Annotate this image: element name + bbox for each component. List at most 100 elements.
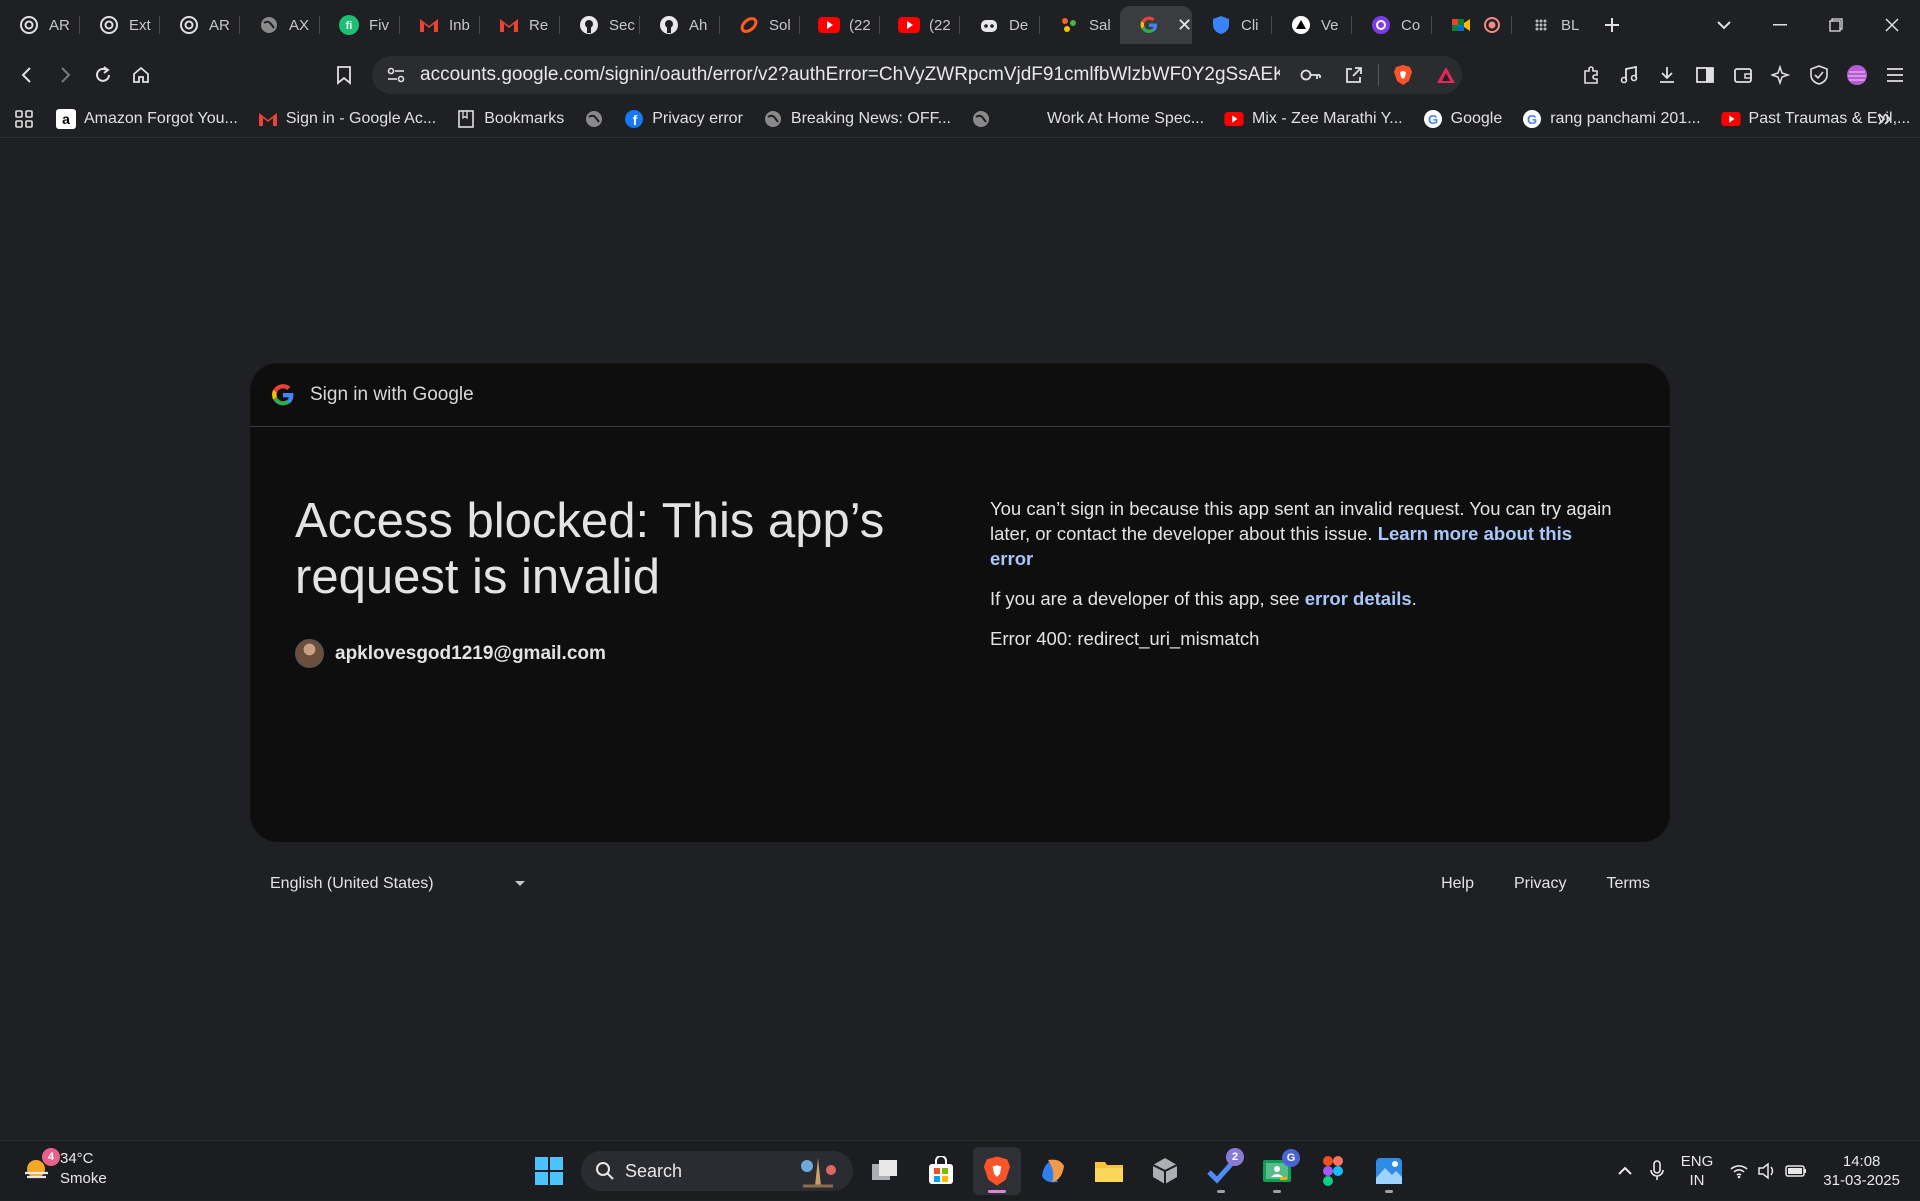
sidebar-button[interactable] bbox=[1686, 56, 1724, 94]
card-header-title: Sign in with Google bbox=[310, 383, 474, 405]
tab-title: Sal bbox=[1089, 16, 1111, 34]
close-tab-icon[interactable]: ✕ bbox=[1177, 15, 1192, 36]
leo-ai-button[interactable] bbox=[1762, 56, 1800, 94]
svg-text:G: G bbox=[1428, 112, 1438, 127]
tab-3[interactable]: AX bbox=[240, 6, 320, 44]
weather-widget[interactable]: 4 34°C Smoke bbox=[22, 1148, 107, 1189]
bookmark-google[interactable]: G Google bbox=[1413, 103, 1513, 135]
clock[interactable]: 14:08 31-03-2025 bbox=[1815, 1141, 1920, 1201]
tab-18[interactable] bbox=[1432, 6, 1512, 44]
tab-13[interactable]: Sal bbox=[1040, 6, 1120, 44]
browser-toolbar: accounts.google.com/signin/oauth/error/v… bbox=[0, 50, 1920, 100]
tab-search-button[interactable] bbox=[1696, 0, 1752, 50]
new-tab-button[interactable] bbox=[1592, 5, 1632, 45]
menu-button[interactable] bbox=[1876, 56, 1914, 94]
page-content: Sign in with Google Access blocked: This… bbox=[0, 139, 1920, 1139]
back-button[interactable] bbox=[8, 56, 46, 94]
error-details-link[interactable]: error details bbox=[1305, 588, 1412, 609]
tab-10[interactable]: (22 bbox=[800, 6, 880, 44]
apps-button[interactable] bbox=[14, 100, 34, 138]
vpn-button[interactable] bbox=[1800, 56, 1838, 94]
bookmark-globe[interactable] bbox=[574, 103, 614, 135]
tab-5[interactable]: Inb bbox=[400, 6, 480, 44]
downloads-button[interactable] bbox=[1648, 56, 1686, 94]
start-button[interactable] bbox=[525, 1147, 573, 1195]
profile-button[interactable] bbox=[1838, 56, 1876, 94]
brave-rewards-icon[interactable] bbox=[1435, 65, 1457, 85]
tab-title: (22 bbox=[849, 16, 871, 34]
privacy-link[interactable]: Privacy bbox=[1514, 875, 1566, 893]
github-icon bbox=[658, 14, 680, 36]
url-text[interactable]: accounts.google.com/signin/oauth/error/v… bbox=[420, 64, 1280, 86]
fiverr-icon: fi bbox=[338, 14, 360, 36]
tab-6[interactable]: Re bbox=[480, 6, 560, 44]
brave-shields-icon[interactable] bbox=[1393, 64, 1413, 86]
tab-15[interactable]: Cli bbox=[1192, 6, 1272, 44]
minimize-button[interactable] bbox=[1752, 0, 1808, 50]
bookmark-page-button[interactable] bbox=[325, 56, 363, 94]
bookmark-amazon[interactable]: a Amazon Forgot You... bbox=[46, 103, 248, 135]
quick-settings-button[interactable] bbox=[1721, 1141, 1815, 1201]
more-bookmarks-button[interactable] bbox=[1866, 100, 1904, 138]
clock-date: 31-03-2025 bbox=[1823, 1172, 1900, 1189]
home-button[interactable] bbox=[122, 56, 160, 94]
microphone-button[interactable] bbox=[1641, 1141, 1673, 1201]
tab-14-active[interactable]: ✕ bbox=[1120, 6, 1192, 44]
lang-bottom: IN bbox=[1689, 1172, 1705, 1189]
media-button[interactable] bbox=[1610, 56, 1648, 94]
task-view-button[interactable] bbox=[861, 1147, 909, 1195]
bookmark-label: Work At Home Spec... bbox=[1046, 109, 1205, 127]
tab-7[interactable]: Sec bbox=[560, 6, 640, 44]
tab-2[interactable]: AR bbox=[160, 6, 240, 44]
bookmark-zee-marathi[interactable]: Mix - Zee Marathi Y... bbox=[1214, 103, 1413, 135]
todo-app[interactable]: 2 bbox=[1197, 1147, 1245, 1195]
figma-app[interactable] bbox=[1309, 1147, 1357, 1195]
microsoft-store-app[interactable] bbox=[917, 1147, 965, 1195]
dropdown-arrow-icon bbox=[514, 880, 526, 888]
brave-lion-icon bbox=[982, 1155, 1012, 1187]
tab-0[interactable]: AR bbox=[0, 6, 80, 44]
tab-1[interactable]: Ext bbox=[80, 6, 160, 44]
close-window-button[interactable] bbox=[1864, 0, 1920, 50]
input-language-indicator[interactable]: ENG IN bbox=[1673, 1141, 1722, 1201]
google-classroom-app[interactable]: G bbox=[1253, 1147, 1301, 1195]
photos-app[interactable] bbox=[1365, 1147, 1413, 1195]
address-bar[interactable]: accounts.google.com/signin/oauth/error/v… bbox=[372, 56, 1462, 94]
restore-button[interactable] bbox=[1808, 0, 1864, 50]
tab-8[interactable]: Ah bbox=[640, 6, 720, 44]
bookmark-globe-2[interactable] bbox=[961, 103, 1001, 135]
bookmark-google-signin[interactable]: Sign in - Google Ac... bbox=[248, 103, 446, 135]
wallet-button[interactable] bbox=[1724, 56, 1762, 94]
show-hidden-icons-button[interactable] bbox=[1609, 1141, 1641, 1201]
brave-browser-app[interactable] bbox=[973, 1147, 1021, 1195]
unity-app[interactable] bbox=[1141, 1147, 1189, 1195]
tab-19[interactable]: BL bbox=[1512, 6, 1592, 44]
bookmark-rang-panchami[interactable]: G rang panchami 201... bbox=[1512, 103, 1710, 135]
site-info-icon[interactable] bbox=[386, 66, 406, 84]
tab-4[interactable]: fi Fiv bbox=[320, 6, 400, 44]
tab-16[interactable]: Ve bbox=[1272, 6, 1352, 44]
language-select[interactable]: English (United States) bbox=[270, 875, 526, 893]
tab-9[interactable]: Sol bbox=[720, 6, 800, 44]
bookmark-folder[interactable]: Bookmarks bbox=[446, 103, 574, 135]
lang-top: ENG bbox=[1680, 1153, 1714, 1170]
recording-icon bbox=[1481, 14, 1503, 36]
help-link[interactable]: Help bbox=[1441, 875, 1474, 893]
google-icon: G bbox=[1423, 109, 1443, 129]
bookmark-work-at-home[interactable]: Work At Home Spec... bbox=[1037, 103, 1214, 135]
copilot-app[interactable] bbox=[1029, 1147, 1077, 1195]
tab-11[interactable]: (22 bbox=[880, 6, 960, 44]
taskbar-search[interactable]: Search bbox=[581, 1151, 853, 1191]
tab-title: Ve bbox=[1321, 16, 1339, 34]
file-explorer-app[interactable] bbox=[1085, 1147, 1133, 1195]
tab-12[interactable]: De bbox=[960, 6, 1040, 44]
terms-link[interactable]: Terms bbox=[1606, 875, 1650, 893]
reload-button[interactable] bbox=[84, 56, 122, 94]
forward-button[interactable] bbox=[46, 56, 84, 94]
tab-17[interactable]: Co bbox=[1352, 6, 1432, 44]
bookmark-privacy-error[interactable]: f Privacy error bbox=[614, 103, 753, 135]
share-icon[interactable] bbox=[1344, 65, 1364, 85]
key-icon[interactable] bbox=[1300, 68, 1322, 82]
bookmark-breaking-news[interactable]: Breaking News: OFF... bbox=[753, 103, 961, 135]
extensions-button[interactable] bbox=[1572, 56, 1610, 94]
